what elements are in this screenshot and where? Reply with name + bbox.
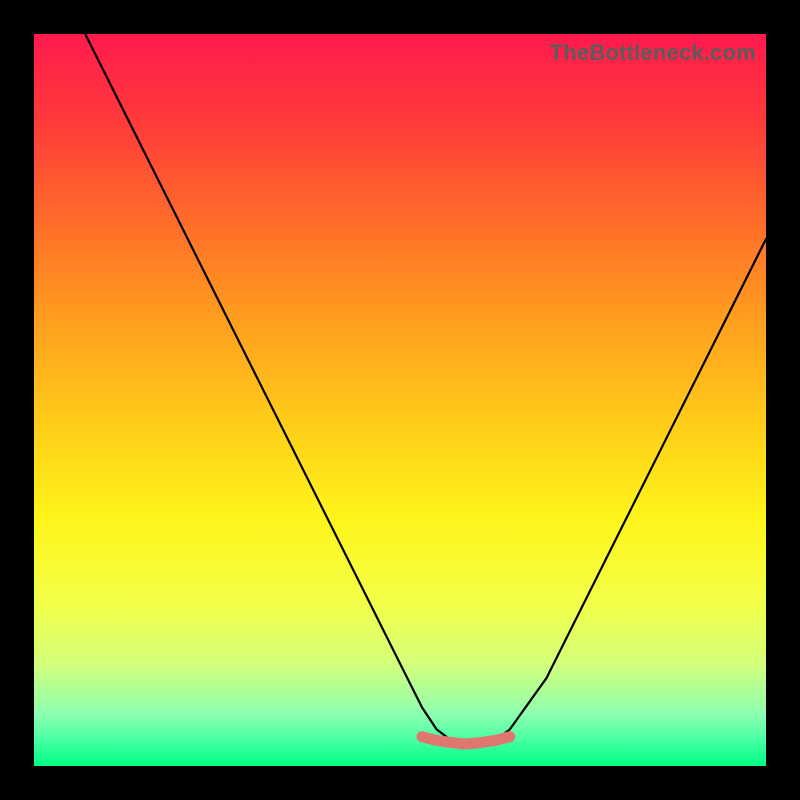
- plot-area: TheBottleneck.com: [34, 34, 766, 766]
- bottleneck-curve-path: [85, 34, 766, 744]
- chart-frame: TheBottleneck.com: [0, 0, 800, 800]
- curve-svg: [34, 34, 766, 766]
- optimal-band-path: [422, 737, 510, 744]
